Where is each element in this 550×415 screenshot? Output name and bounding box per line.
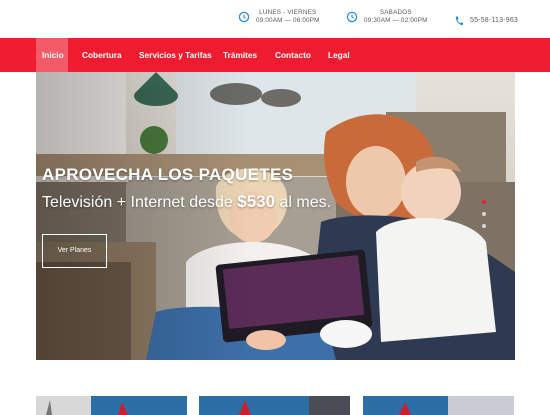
hero-subtitle: Televisión + Internet desde $530 al mes. [42,192,331,212]
phone-number[interactable]: 55-58-113-963 [470,17,518,25]
weekday-hours-text: 09:00AM — 06:00PM [256,17,320,24]
promo-card-2-image [239,396,350,415]
slider-dot-1[interactable] [482,200,486,204]
nav-item-inicio[interactable]: Inicio [36,38,68,72]
promo-card-3[interactable] [363,396,514,415]
weekday-label: LUNES - VIERNES [259,9,317,16]
promo-card-2[interactable] [199,396,350,415]
saturday-hours: SABADOS 09:30AM — 02:00PM [346,9,428,25]
hero-subtitle-post: al mes. [275,194,332,211]
promo-card-3-image [399,396,514,415]
promo-card-1-image [36,396,128,415]
ver-planes-button[interactable]: Ver Planes [42,234,107,268]
promo-card-1[interactable] [36,396,187,415]
clock-icon [346,11,358,23]
saturday-label: SABADOS [379,9,412,16]
hero-slider[interactable]: APROVECHA LOS PAQUETES Televisión + Inte… [36,72,515,360]
phone-icon [455,16,464,26]
slider-pagination [482,200,487,236]
hero-price: $530 [237,192,276,211]
promo-cards-row [0,396,550,415]
phone-contact[interactable]: 55-58-113-963 [454,14,518,28]
nav-item-contacto[interactable]: Contacto [269,38,317,72]
hero-subtitle-pre: Televisión + Internet desde [42,194,238,211]
slider-dot-2[interactable] [482,212,486,216]
slider-dot-3[interactable] [482,224,486,228]
nav-item-cobertura[interactable]: Cobertura [76,38,128,72]
hero-photo [36,72,515,360]
saturday-hours-text: 09:30AM — 02:00PM [364,17,428,24]
main-nav: Inicio Cobertura Servicios y Tarifas Trá… [0,38,550,72]
clock-icon [238,11,250,23]
hero-title: APROVECHA LOS PAQUETES [42,165,294,184]
nav-item-legal[interactable]: Legal [322,38,356,72]
top-info-bar: LUNES - VIERNES 09:00AM — 06:00PM SABADO… [0,0,550,38]
nav-item-servicios-tarifas[interactable]: Servicios y Tarifas [133,38,218,72]
weekday-hours: LUNES - VIERNES 09:00AM — 06:00PM [238,9,320,25]
nav-item-tramites[interactable]: Trámites [217,38,263,72]
